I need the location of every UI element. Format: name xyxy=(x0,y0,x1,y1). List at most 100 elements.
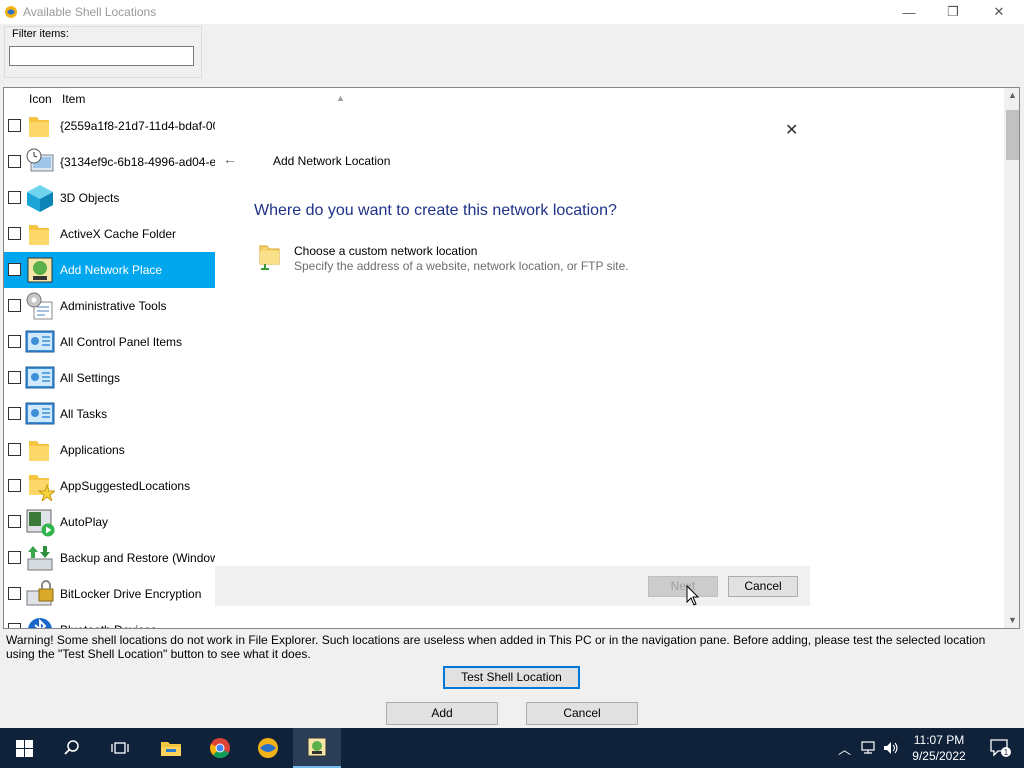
back-arrow-icon[interactable]: ← xyxy=(223,151,237,167)
item-label: Applications xyxy=(60,443,125,457)
taskbar: ︿ 11:07 PM 9/25/2022 1 xyxy=(0,728,1024,768)
item-checkbox[interactable] xyxy=(8,335,21,348)
add-network-location-wizard: ✕ ← Add Network Location Where do you wa… xyxy=(215,108,810,606)
item-checkbox[interactable] xyxy=(8,227,21,240)
backup-icon xyxy=(25,543,55,573)
maximize-button[interactable]: ❐ xyxy=(930,0,976,24)
search-button[interactable] xyxy=(48,728,96,768)
scroll-down-icon[interactable]: ▼ xyxy=(1008,615,1017,625)
notification-icon: 1 xyxy=(990,739,1011,757)
item-checkbox[interactable] xyxy=(8,515,21,528)
item-checkbox[interactable] xyxy=(8,119,21,132)
item-label: All Settings xyxy=(60,371,121,385)
item-label: ActiveX Cache Folder xyxy=(60,227,177,241)
warning-text: Warning! Some shell locations do not wor… xyxy=(6,633,986,661)
cancel-button[interactable]: Cancel xyxy=(526,702,638,725)
list-item[interactable]: {2559a1f8-21d7-11d4-bdaf-00c04 xyxy=(4,108,216,144)
network-place-icon xyxy=(25,255,55,285)
chrome-button[interactable] xyxy=(196,728,244,768)
vertical-scrollbar[interactable]: ▲ ▼ xyxy=(1004,88,1019,628)
admin-tools-icon xyxy=(25,291,55,321)
cube-icon xyxy=(25,183,55,213)
filter-input[interactable] xyxy=(9,46,194,66)
autoplay-icon xyxy=(25,507,55,537)
wizard-cancel-button[interactable]: Cancel xyxy=(728,576,798,597)
task-view-button[interactable] xyxy=(96,728,144,768)
list-item[interactable]: 3D Objects xyxy=(4,180,216,216)
winaero-icon xyxy=(258,738,278,758)
list-item[interactable]: Administrative Tools xyxy=(4,288,216,324)
list-item[interactable]: Backup and Restore (Windows 7 xyxy=(4,540,216,576)
windows-logo-icon xyxy=(15,739,33,757)
list-header: Icon Item ▲ xyxy=(4,88,1004,110)
item-checkbox[interactable] xyxy=(8,191,21,204)
clock[interactable]: 11:07 PM 9/25/2022 xyxy=(900,732,978,764)
minimize-button[interactable]: — xyxy=(886,0,932,24)
list-item[interactable]: All Control Panel Items xyxy=(4,324,216,360)
shell-locations-app-button[interactable] xyxy=(293,728,341,768)
close-button[interactable]: ✕ xyxy=(976,0,1022,24)
system-tray: ︿ xyxy=(838,728,900,768)
list-item[interactable]: All Settings xyxy=(4,360,216,396)
list-item[interactable]: Add Network Place xyxy=(4,252,216,288)
column-header-item[interactable]: Item xyxy=(62,92,85,106)
item-label: Administrative Tools xyxy=(60,299,167,313)
show-hidden-icons-icon[interactable]: ︿ xyxy=(838,739,856,758)
list-item[interactable]: ActiveX Cache Folder xyxy=(4,216,216,252)
column-header-icon[interactable]: Icon xyxy=(29,92,52,106)
title-bar: Available Shell Locations — ❐ ✕ xyxy=(0,0,1024,24)
item-label: 3D Objects xyxy=(60,191,120,205)
list-item[interactable]: Bluetooth Devices xyxy=(4,612,216,628)
app-icon xyxy=(5,6,17,18)
item-label: AppSuggestedLocations xyxy=(60,479,191,493)
item-checkbox[interactable] xyxy=(8,443,21,456)
test-shell-location-button[interactable]: Test Shell Location xyxy=(443,666,580,689)
wizard-footer: Next Cancel xyxy=(215,566,810,606)
item-label: All Tasks xyxy=(60,407,108,421)
item-label: AutoPlay xyxy=(60,515,109,529)
list-item[interactable]: AutoPlay xyxy=(4,504,216,540)
filter-label: Filter items: xyxy=(12,28,69,40)
list-item[interactable]: Applications xyxy=(4,432,216,468)
item-checkbox[interactable] xyxy=(8,623,21,628)
control-panel-icon xyxy=(25,327,55,357)
item-checkbox[interactable] xyxy=(8,371,21,384)
start-button[interactable] xyxy=(0,728,48,768)
wizard-close-icon[interactable]: ✕ xyxy=(785,120,798,140)
item-checkbox[interactable] xyxy=(8,479,21,492)
next-button[interactable]: Next xyxy=(648,576,718,597)
network-icon[interactable] xyxy=(860,740,878,756)
notification-count: 1 xyxy=(1004,748,1009,757)
item-checkbox[interactable] xyxy=(8,587,21,600)
scroll-up-icon[interactable]: ▲ xyxy=(1008,90,1017,100)
item-checkbox[interactable] xyxy=(8,155,21,168)
window-title: Available Shell Locations xyxy=(23,5,157,19)
wizard-title: Add Network Location xyxy=(273,154,391,168)
item-label: {2559a1f8-21d7-11d4-bdaf-00c04 xyxy=(60,119,216,133)
file-explorer-button[interactable] xyxy=(147,728,195,768)
mouse-cursor-icon xyxy=(686,585,700,606)
list-item[interactable]: All Tasks xyxy=(4,396,216,432)
option-title[interactable]: Choose a custom network location xyxy=(294,244,477,258)
action-center-button[interactable]: 1 xyxy=(976,728,1024,768)
file-explorer-icon xyxy=(161,742,181,756)
close-icon: ✕ xyxy=(993,4,1005,19)
item-label: BitLocker Drive Encryption xyxy=(60,587,202,601)
winaero-tweaker-button[interactable] xyxy=(244,728,292,768)
search-icon xyxy=(64,740,79,755)
volume-icon[interactable] xyxy=(882,740,900,756)
network-folder-icon[interactable] xyxy=(257,242,283,272)
list-item[interactable]: BitLocker Drive Encryption xyxy=(4,576,216,612)
item-checkbox[interactable] xyxy=(8,551,21,564)
network-place-icon xyxy=(307,737,327,757)
scroll-thumb[interactable] xyxy=(1006,110,1019,160)
option-description: Specify the address of a website, networ… xyxy=(294,259,629,273)
item-checkbox[interactable] xyxy=(8,263,21,276)
add-button[interactable]: Add xyxy=(386,702,498,725)
list-item[interactable]: AppSuggestedLocations xyxy=(4,468,216,504)
control-panel-icon xyxy=(25,363,55,393)
item-checkbox[interactable] xyxy=(8,407,21,420)
folder-icon xyxy=(25,219,55,249)
item-checkbox[interactable] xyxy=(8,299,21,312)
list-item[interactable]: {3134ef9c-6b18-4996-ad04-ed59 xyxy=(4,144,216,180)
